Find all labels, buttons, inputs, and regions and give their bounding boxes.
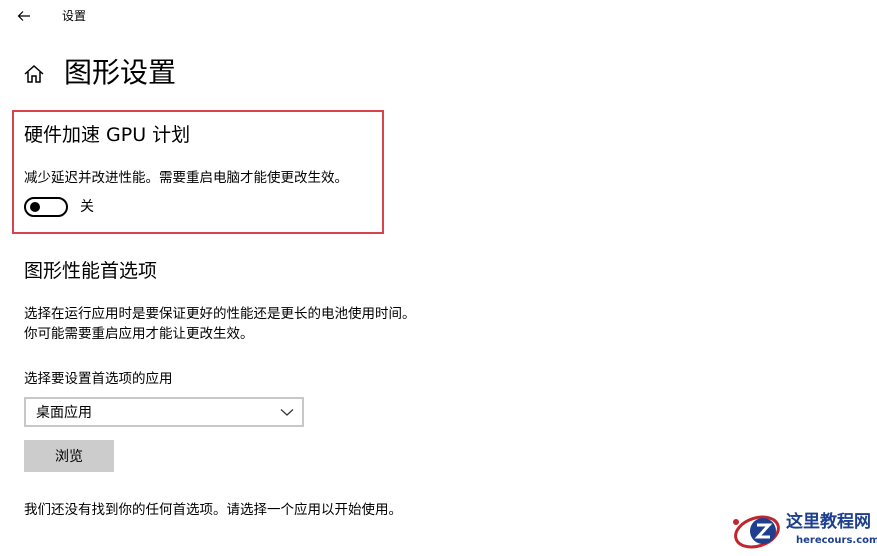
- gpu-scheduling-toggle[interactable]: [24, 197, 68, 217]
- toggle-state-label: 关: [80, 199, 94, 215]
- app-select-label: 选择要设置首选项的应用: [24, 371, 173, 387]
- back-button[interactable]: [10, 4, 38, 28]
- back-arrow-icon: [17, 11, 30, 21]
- window-title: 设置: [62, 9, 87, 23]
- dropdown-value: 桌面应用: [36, 405, 92, 421]
- watermark-url: herecours.com: [796, 535, 877, 546]
- toggle-knob: [30, 202, 40, 212]
- description-line-2: 你可能需要重启应用才能让更改生效。: [24, 326, 254, 342]
- watermark-title: 这里教程网: [786, 512, 871, 532]
- page-title: 图形设置: [64, 56, 177, 89]
- empty-preferences-note: 我们还没有找到你的任何首选项。请选择一个应用以开始使用。: [24, 502, 402, 518]
- home-icon[interactable]: [22, 62, 46, 86]
- description-line-1: 选择在运行应用时是要保证更好的性能还是更长的电池使用时间。: [24, 306, 416, 322]
- browse-button[interactable]: 浏览: [24, 440, 114, 472]
- watermark-logo-icon: [729, 512, 781, 552]
- chevron-down-icon: [280, 409, 294, 416]
- app-type-dropdown[interactable]: 桌面应用: [24, 397, 304, 427]
- performance-preference-description: 选择在运行应用时是要保证更好的性能还是更长的电池使用时间。 你可能需要重启应用才…: [24, 304, 416, 344]
- performance-preference-title: 图形性能首选项: [24, 260, 158, 282]
- gpu-scheduling-title: 硬件加速 GPU 计划: [24, 124, 191, 146]
- gpu-scheduling-description: 减少延迟并改进性能。需要重启电脑才能使更改生效。: [24, 170, 348, 186]
